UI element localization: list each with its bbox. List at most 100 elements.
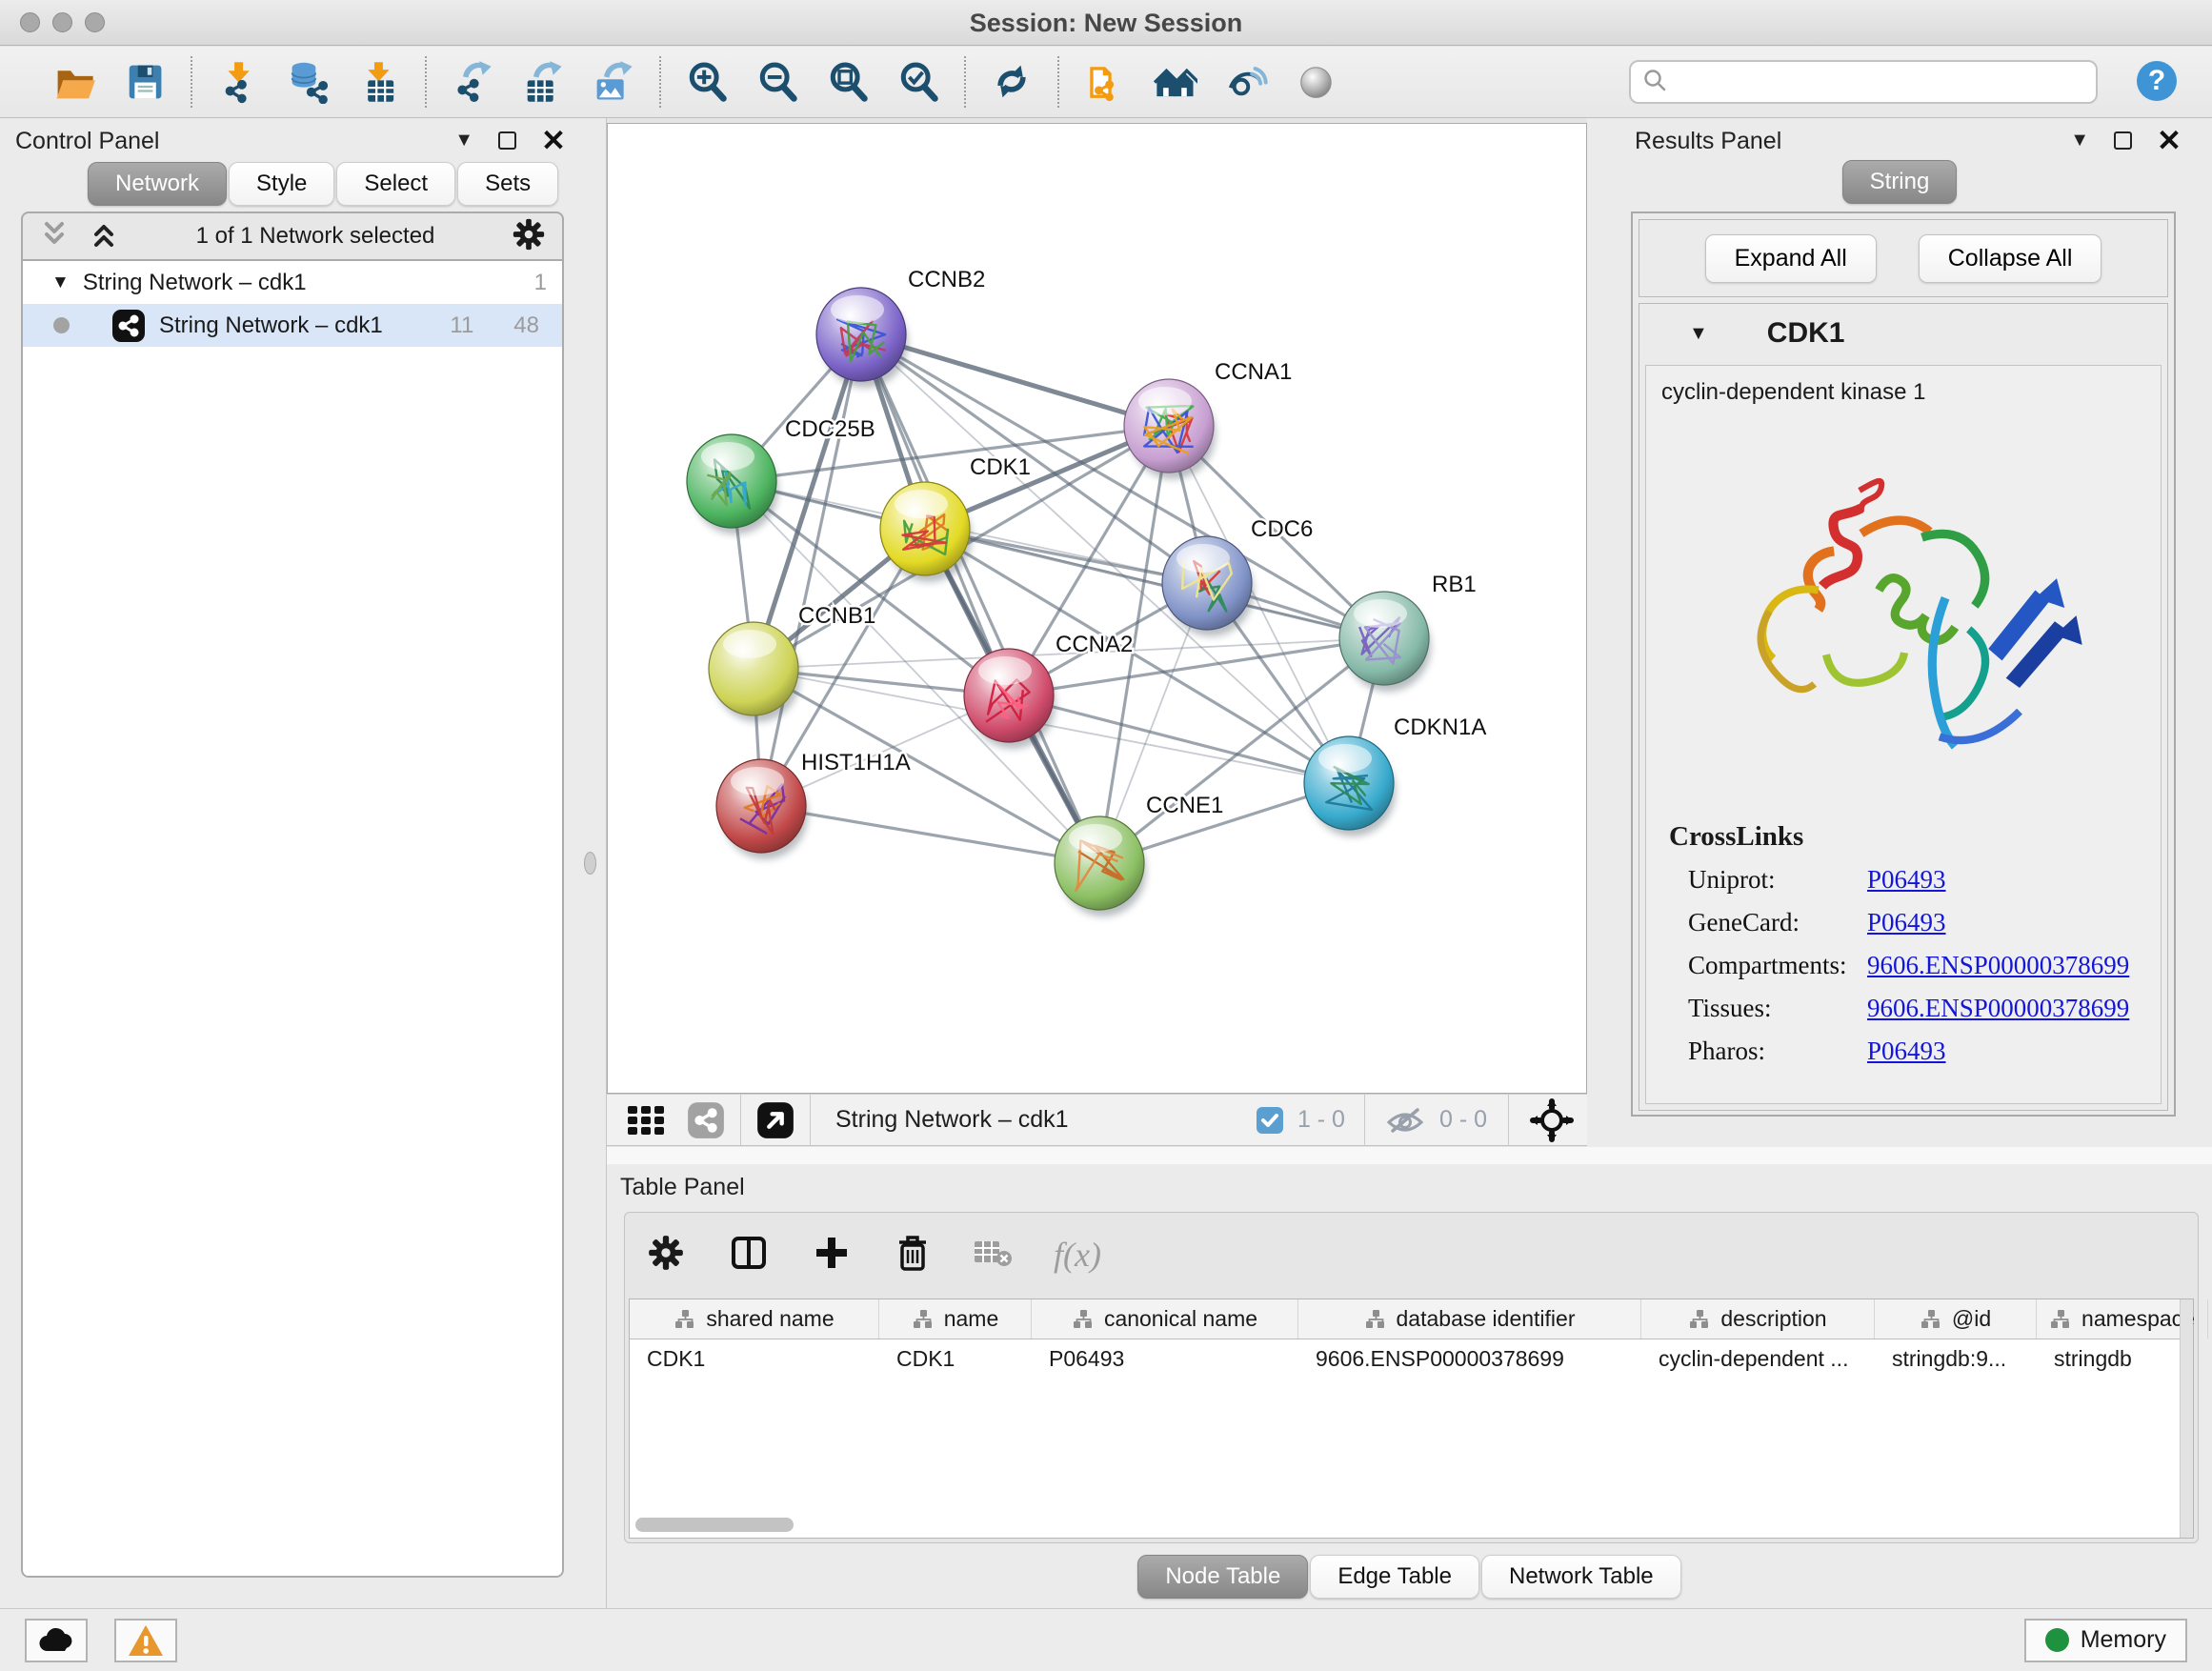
table-cell[interactable]: CDK1 xyxy=(879,1339,1032,1378)
collapse-all-button[interactable]: Collapse All xyxy=(1919,234,2102,283)
refresh-network-button[interactable] xyxy=(987,57,1036,107)
table-row[interactable]: CDK1CDK1P064939606.ENSP00000378699cyclin… xyxy=(630,1339,2193,1378)
add-column-icon[interactable] xyxy=(812,1233,852,1278)
network-options-gear-icon[interactable] xyxy=(511,216,547,257)
string-import-button[interactable] xyxy=(1080,57,1130,107)
open-session-button[interactable] xyxy=(50,57,99,107)
search-box[interactable] xyxy=(1629,60,2098,104)
crosslink-link[interactable]: P06493 xyxy=(1867,865,1946,895)
table-cell[interactable]: stringdb:9... xyxy=(1875,1339,2037,1378)
column-header-name[interactable]: name xyxy=(879,1299,1032,1339)
grid-view-icon[interactable] xyxy=(626,1100,666,1140)
tab-node-table[interactable]: Node Table xyxy=(1137,1555,1308,1599)
column-header-shared-name[interactable]: shared name xyxy=(630,1299,879,1339)
string-glasses-button[interactable] xyxy=(1221,57,1271,107)
import-table-file-button[interactable] xyxy=(354,57,404,107)
import-network-file-button[interactable] xyxy=(213,57,263,107)
expand-all-icon[interactable] xyxy=(88,218,120,255)
zoom-in-button[interactable] xyxy=(682,57,732,107)
network-canvas[interactable]: CCNB2CCNA1CDC25BCDK1CDC6RB1CCNB1CCNA2CDK… xyxy=(607,123,1587,1094)
table-cell[interactable]: cyclin-dependent ... xyxy=(1641,1339,1875,1378)
table-cell[interactable]: 9606.ENSP00000378699 xyxy=(1298,1339,1641,1378)
network-type-icon xyxy=(111,309,146,343)
horizontal-splitter[interactable] xyxy=(607,1147,2212,1164)
column-header-database-identifier[interactable]: database identifier xyxy=(1298,1299,1641,1339)
open-in-new-window-icon[interactable] xyxy=(756,1101,794,1139)
crosslink-link[interactable]: P06493 xyxy=(1867,908,1946,937)
panel-close-icon[interactable]: ✕ xyxy=(541,131,566,151)
export-table-button[interactable] xyxy=(518,57,568,107)
network-graph[interactable]: CCNB2CCNA1CDC25BCDK1CDC6RB1CCNB1CCNA2CDK… xyxy=(608,124,1588,1095)
help-button[interactable]: ? xyxy=(2134,58,2180,107)
toolbar-groups xyxy=(29,56,1362,108)
results-panel: Results Panel ▼ ✕ String Expand All Coll… xyxy=(1587,118,2212,1164)
tab-sets[interactable]: Sets xyxy=(457,162,558,206)
svg-text:CCNA2: CCNA2 xyxy=(1056,632,1133,657)
show-columns-icon[interactable] xyxy=(728,1232,770,1278)
section-collapse-icon[interactable]: ▼ xyxy=(1689,323,1708,345)
svg-text:CDK1: CDK1 xyxy=(970,454,1031,480)
memory-button[interactable]: Memory xyxy=(2024,1619,2187,1662)
tab-network-table[interactable]: Network Table xyxy=(1481,1555,1681,1599)
cdk1-section-header[interactable]: ▼ CDK1 xyxy=(1639,304,2167,363)
import-network-database-button[interactable] xyxy=(284,57,333,107)
network-collection-row[interactable]: ▼ String Network – cdk1 1 xyxy=(23,261,562,304)
delete-column-icon[interactable] xyxy=(894,1232,932,1278)
panel-collapse-icon[interactable]: ▼ xyxy=(2070,130,2089,151)
export-network-button[interactable] xyxy=(448,57,497,107)
table-panel: Table Panel f(x) shared namenamecanonica… xyxy=(607,1164,2212,1608)
zoom-fit-button[interactable] xyxy=(823,57,873,107)
table-box: f(x) shared namenamecanonical namedataba… xyxy=(624,1212,2199,1543)
delete-table-icon xyxy=(974,1238,1012,1272)
network-manager: 1 of 1 Network selected ▼ String Network… xyxy=(21,211,564,1578)
network-node-count: 11 xyxy=(450,312,473,339)
hidden-eye-icon[interactable] xyxy=(1384,1101,1426,1139)
network-row[interactable]: String Network – cdk1 11 48 xyxy=(23,304,562,347)
crosslink-row: Uniprot:P06493 xyxy=(1646,858,2161,901)
tab-string[interactable]: String xyxy=(1842,160,1958,204)
network-edge-count: 48 xyxy=(513,312,539,339)
node-table: shared namenamecanonical namedatabase id… xyxy=(629,1299,2194,1539)
svg-text:HIST1H1A: HIST1H1A xyxy=(801,750,911,775)
crosshair-icon[interactable] xyxy=(1530,1098,1574,1142)
panel-close-icon[interactable]: ✕ xyxy=(2157,131,2182,151)
string-sphere-button[interactable] xyxy=(1292,57,1341,107)
current-network-dot-icon xyxy=(53,317,70,333)
warnings-button[interactable] xyxy=(114,1619,177,1662)
table-settings-gear-icon[interactable] xyxy=(646,1233,686,1278)
column-header--id[interactable]: @id xyxy=(1875,1299,2037,1339)
collapse-all-icon[interactable] xyxy=(38,218,70,255)
column-header-description[interactable]: description xyxy=(1641,1299,1875,1339)
network-manager-toolbar: 1 of 1 Network selected xyxy=(23,213,562,259)
tab-select[interactable]: Select xyxy=(336,162,455,206)
zoom-selected-button[interactable] xyxy=(894,57,943,107)
svg-text:CDKN1A: CDKN1A xyxy=(1394,715,1486,740)
column-header-canonical-name[interactable]: canonical name xyxy=(1032,1299,1298,1339)
column-header-label: @id xyxy=(1952,1306,1991,1332)
control-panel-tabs: NetworkStyleSelectSets xyxy=(88,162,558,206)
automation-cloud-button[interactable] xyxy=(25,1619,88,1662)
selected-checkbox[interactable] xyxy=(1256,1106,1284,1135)
expand-all-button[interactable]: Expand All xyxy=(1705,234,1877,283)
crosslink-link[interactable]: 9606.ENSP00000378699 xyxy=(1867,994,2129,1023)
panel-float-icon[interactable] xyxy=(2114,131,2132,150)
left-splitter-handle[interactable] xyxy=(584,852,596,875)
table-vertical-scrollbar[interactable] xyxy=(2180,1299,2193,1538)
search-input[interactable] xyxy=(1675,69,2084,95)
crosslink-link[interactable]: P06493 xyxy=(1867,1037,1946,1066)
panel-collapse-icon[interactable]: ▼ xyxy=(454,130,473,151)
string-home-button[interactable] xyxy=(1151,57,1200,107)
zoom-out-button[interactable] xyxy=(753,57,802,107)
share-view-icon[interactable] xyxy=(687,1101,725,1139)
tab-edge-table[interactable]: Edge Table xyxy=(1310,1555,1479,1599)
table-cell[interactable]: CDK1 xyxy=(630,1339,879,1378)
table-horizontal-scrollbar[interactable] xyxy=(635,1518,794,1532)
tab-network[interactable]: Network xyxy=(88,162,227,206)
save-session-button[interactable] xyxy=(120,57,170,107)
table-cell[interactable]: P06493 xyxy=(1032,1339,1298,1378)
crosslink-link[interactable]: 9606.ENSP00000378699 xyxy=(1867,951,2129,980)
tab-style[interactable]: Style xyxy=(229,162,334,206)
export-image-button[interactable] xyxy=(589,57,638,107)
panel-float-icon[interactable] xyxy=(498,131,516,150)
tree-expand-icon[interactable]: ▼ xyxy=(51,272,70,293)
